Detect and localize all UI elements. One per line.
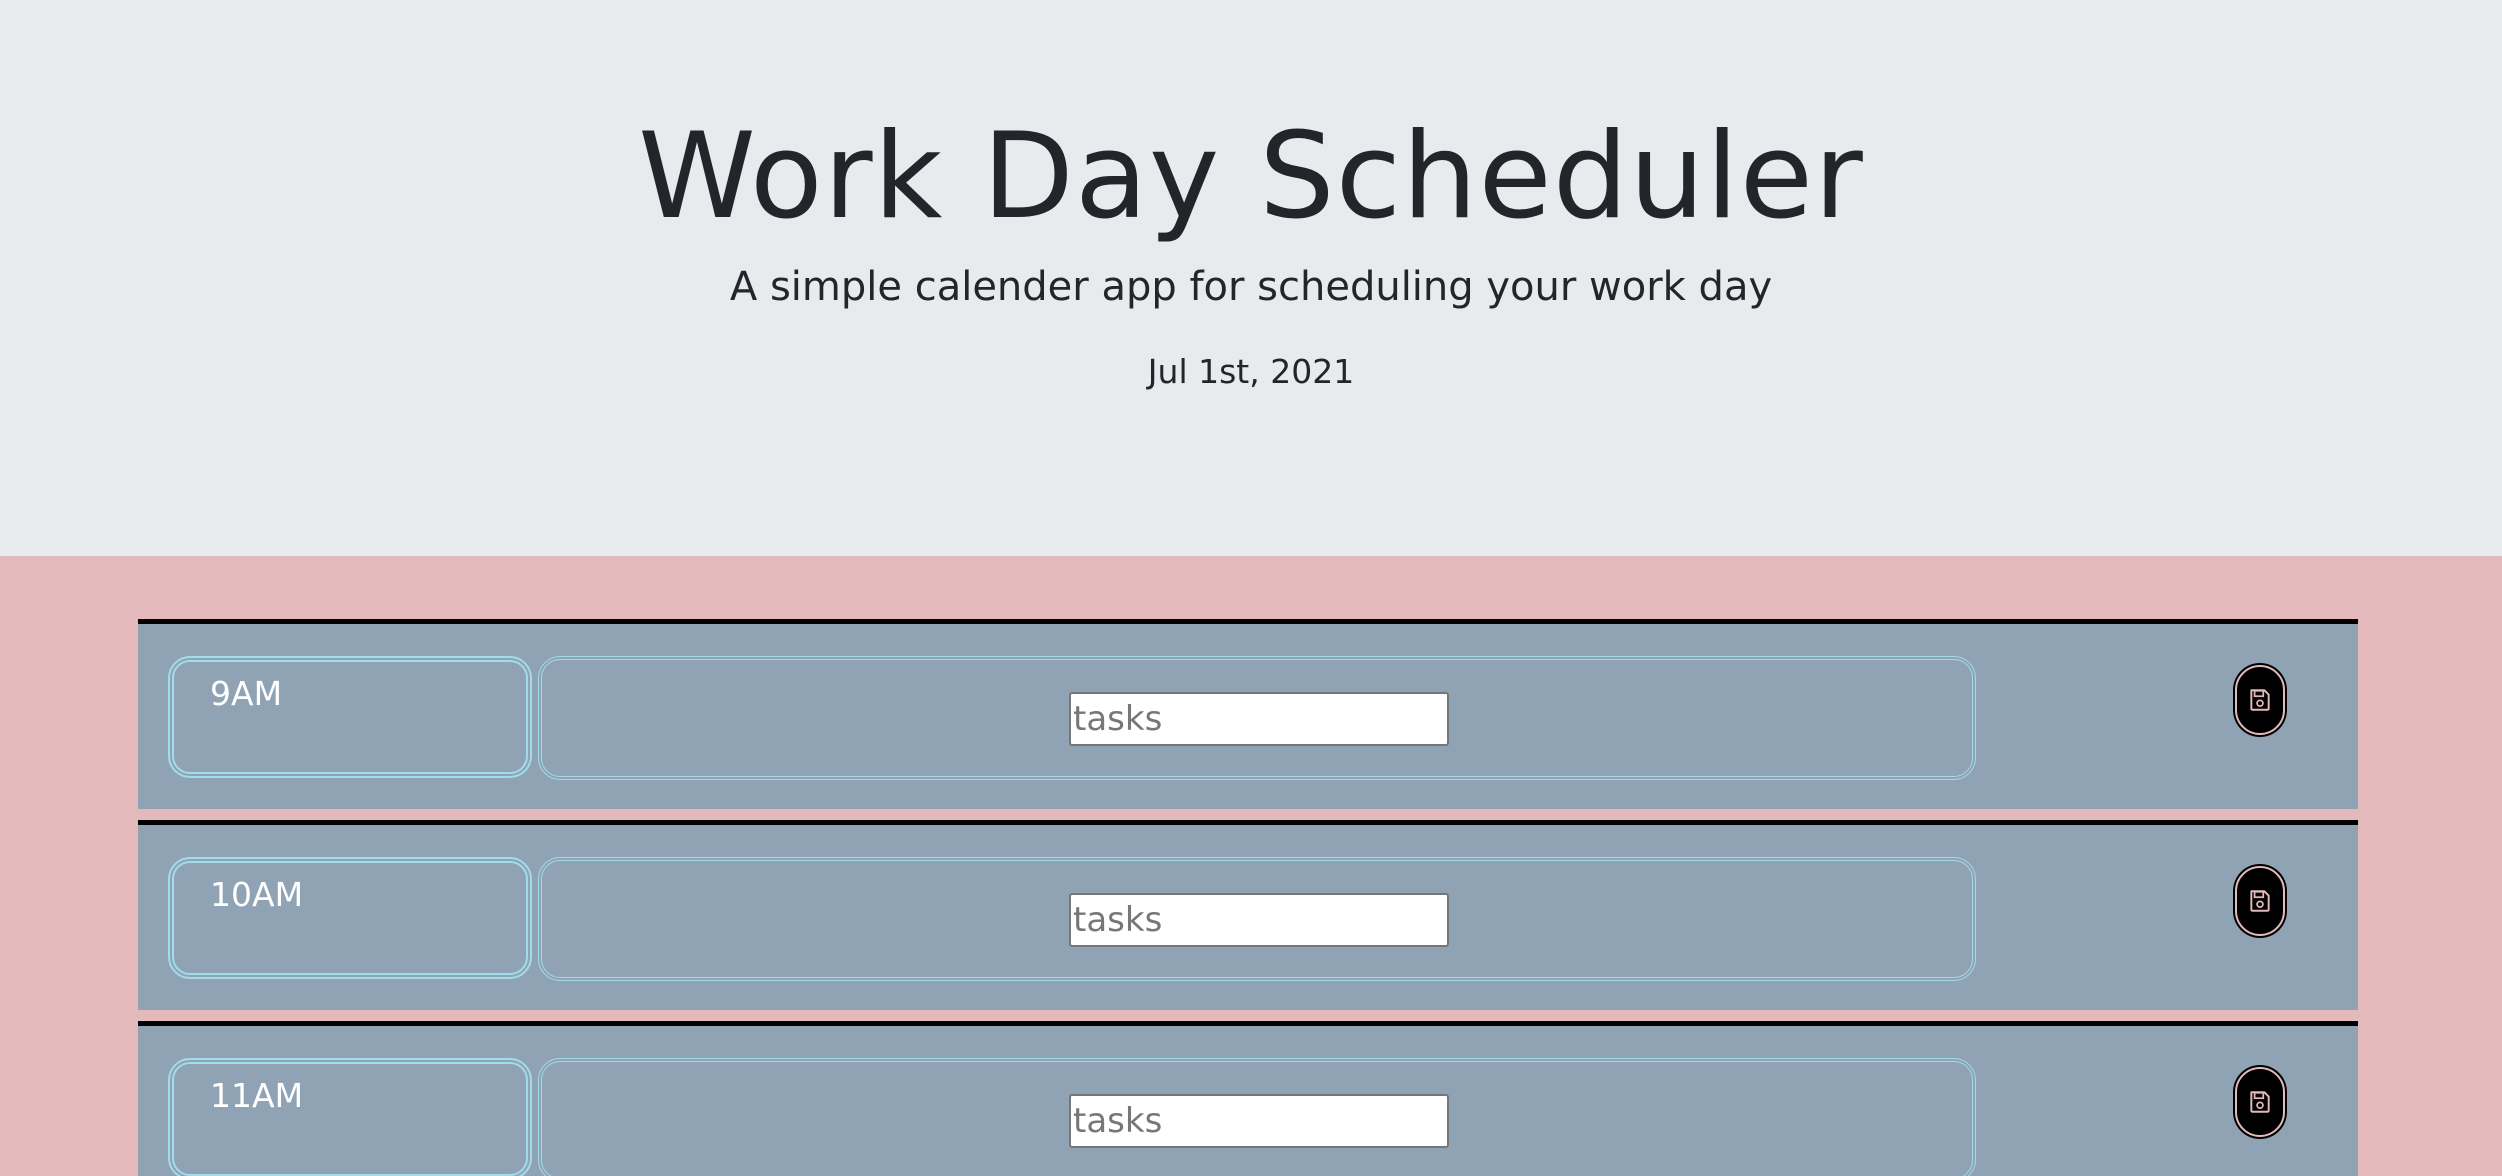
task-area — [538, 1058, 1976, 1176]
page-subtitle: A simple calender app for scheduling you… — [729, 264, 1773, 310]
save-button[interactable] — [2235, 866, 2285, 936]
hour-box: 11AM — [168, 1058, 532, 1176]
save-button[interactable] — [2235, 1067, 2285, 1137]
header: Work Day Scheduler A simple calender app… — [0, 0, 2502, 556]
task-area — [538, 857, 1976, 981]
hour-box: 10AM — [168, 857, 532, 979]
save-button[interactable] — [2235, 665, 2285, 735]
current-date: Jul 1st, 2021 — [1147, 352, 1355, 391]
time-block-row: 9AM — [138, 619, 2358, 809]
hour-label: 11AM — [210, 1076, 304, 1115]
task-input[interactable] — [1069, 692, 1449, 746]
hour-label: 10AM — [210, 875, 304, 914]
hour-label: 9AM — [210, 674, 283, 713]
task-input[interactable] — [1069, 893, 1449, 947]
floppy-disk-icon — [2250, 890, 2270, 912]
hour-box: 9AM — [168, 656, 532, 778]
task-area — [538, 656, 1976, 780]
time-block-row: 10AM — [138, 820, 2358, 1010]
time-block-row: 11AM — [138, 1021, 2358, 1176]
page-title: Work Day Scheduler — [638, 108, 1864, 246]
floppy-disk-icon — [2250, 1091, 2270, 1113]
task-input[interactable] — [1069, 1094, 1449, 1148]
floppy-disk-icon — [2250, 689, 2270, 711]
schedule-container: 9AM 10AM 11AM — [138, 619, 2358, 1176]
